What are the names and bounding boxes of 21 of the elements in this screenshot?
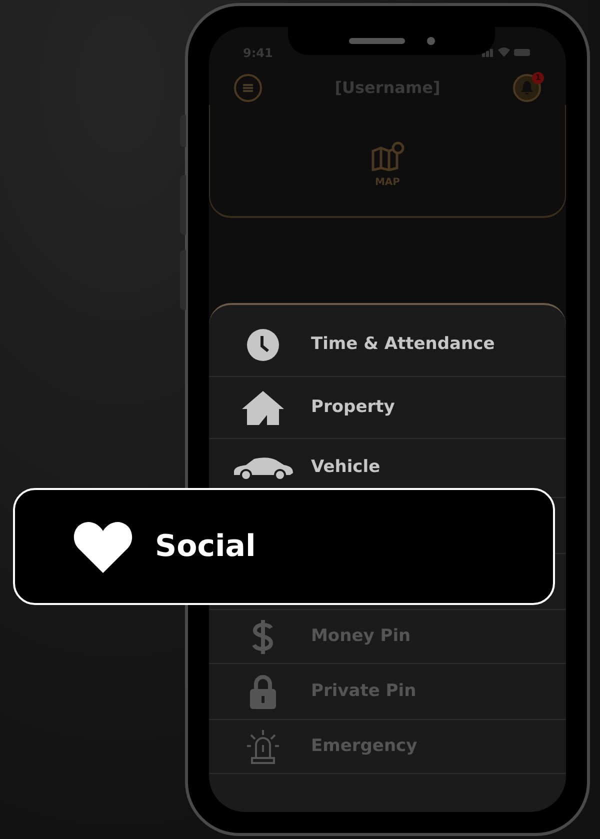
menu-icon <box>243 83 253 93</box>
speaker-grille <box>348 38 404 44</box>
map-card[interactable]: MAP <box>209 105 566 218</box>
notification-button[interactable]: 1 <box>513 74 541 102</box>
social-callout[interactable]: Social <box>13 488 555 605</box>
menu-item[interactable]: Vehicle <box>311 455 380 481</box>
menu-item[interactable]: Time & Attendance <box>311 332 495 358</box>
lock-icon <box>250 674 276 708</box>
menu-item[interactable]: Property <box>311 394 395 420</box>
clock-icon <box>247 328 279 360</box>
dollar-icon <box>252 620 274 654</box>
notification-badge: 1 <box>532 72 544 84</box>
siren-icon <box>247 730 279 764</box>
menu-button[interactable] <box>234 74 262 102</box>
map-icon <box>370 141 404 171</box>
bell-icon <box>521 81 533 95</box>
car-icon <box>232 456 294 480</box>
map-label: MAP <box>374 176 400 190</box>
heart-icon <box>73 520 133 572</box>
status-icons <box>482 47 532 57</box>
house-icon <box>242 390 284 424</box>
